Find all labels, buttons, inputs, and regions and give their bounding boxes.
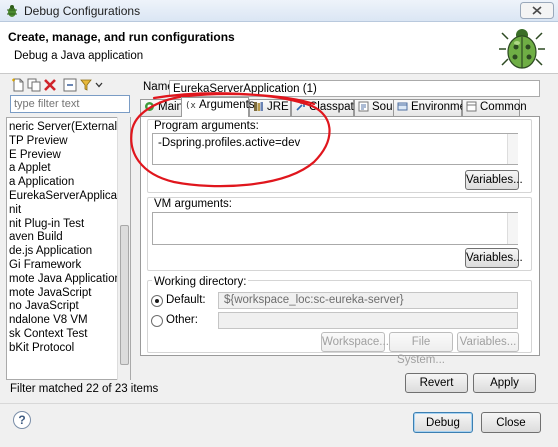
chevron-down-icon[interactable] [95,82,103,88]
tree-item[interactable]: sk Context Test [7,327,87,341]
tree-item[interactable]: no JavaScript [7,299,79,313]
tab-jre[interactable]: JRE [249,99,291,116]
tree-item[interactable]: TP Preview [7,134,68,148]
vm-arguments-textarea[interactable] [152,212,518,245]
tab-main-label: Main [158,101,183,113]
delete-configuration-icon[interactable] [43,78,57,92]
collapse-all-icon[interactable] [63,78,77,92]
tab-common-label: Common [480,101,527,113]
dialog-header: Create, manage, and run configurations D… [0,22,558,74]
common-icon [466,101,477,112]
filter-input[interactable] [10,95,130,113]
tree-item[interactable]: aven Build [7,230,63,244]
program-arguments-textarea[interactable]: -Dspring.profiles.active=dev [152,133,518,165]
vm-arguments-label: VM arguments: [152,198,234,210]
environment-icon [397,102,408,111]
program-variables-button[interactable]: Variables... [465,170,523,190]
default-radio-label: Default: [166,294,206,306]
program-arguments-scrollbar[interactable] [507,134,518,164]
tab-classpath[interactable]: Classpath [291,99,360,116]
tree-item[interactable]: nit [7,203,21,217]
vm-variables-button[interactable]: Variables... [465,248,523,268]
tab-classpath-label: Classpath [309,101,361,113]
arguments-panel: Program arguments: -Dspring.profiles.act… [140,116,540,366]
default-directory-field: ${workspace_loc:sc-eureka-server} [218,292,518,309]
file-system-button[interactable]: File System... [389,332,453,366]
help-icon[interactable]: ? [13,411,31,429]
title-bar: Debug Configurations [0,0,558,22]
tree-item[interactable]: Gi Framework [7,258,81,272]
other-radio-label: Other: [166,314,198,326]
workspace-button[interactable]: Workspace... [321,332,389,352]
header-title: Create, manage, and run configurations [8,30,235,44]
footer-bar [0,403,558,447]
header-subtitle: Debug a Java application [14,50,144,62]
filter-configurations-icon[interactable] [80,78,94,92]
source-icon [358,101,369,112]
debug-button[interactable]: Debug [413,412,473,433]
tree-scrollbar[interactable] [117,117,130,380]
window-title: Debug Configurations [24,4,141,18]
apply-button[interactable]: Apply [473,373,536,393]
vm-arguments-scrollbar[interactable] [507,213,518,244]
debug-app-icon [7,5,17,17]
classpath-icon [296,102,305,111]
tree-item[interactable]: de.js Application [7,244,92,258]
tab-source[interactable]: Source [354,99,408,116]
tree-item[interactable]: nit Plug-in Test [7,217,84,231]
debug-bug-icon [499,29,545,69]
other-directory-field[interactable] [218,312,518,329]
tab-common[interactable]: Common [462,99,527,116]
tab-arguments-label: Arguments [199,99,255,111]
duplicate-configuration-icon[interactable] [27,78,41,92]
main-tab-icon [145,102,154,111]
configuration-tree[interactable]: neric Server(External LauncTP PreviewE P… [6,117,131,380]
tree-item[interactable]: E Preview [7,148,61,162]
working-directory-label: Working directory: [152,276,249,288]
tree-item[interactable]: ndalone V8 VM [7,313,88,327]
tab-main[interactable]: Main [140,99,183,116]
other-radio[interactable] [151,315,163,327]
tab-jre-label: JRE [267,101,289,113]
tree-item[interactable]: neric Server(External Launc [7,120,130,134]
tree-item[interactable]: EurekaServerApplication ( [7,189,130,203]
configuration-name-input[interactable] [169,80,540,97]
window-close-button[interactable] [520,2,554,19]
arguments-tab-icon: (x) [185,101,196,110]
tree-item[interactable]: bKit Protocol [7,341,74,355]
filter-status: Filter matched 22 of 23 items [10,383,159,395]
close-button[interactable]: Close [481,412,541,433]
tab-environment[interactable]: Environment [393,99,476,116]
revert-button[interactable]: Revert [405,373,468,393]
directory-variables-button[interactable]: Variables... [457,332,519,352]
new-configuration-icon[interactable] [11,78,25,92]
program-arguments-label: Program arguments: [152,120,261,132]
tree-item[interactable]: mote Java Application [7,272,121,286]
scrollbar-thumb[interactable] [120,225,129,365]
tab-arguments[interactable]: (x)Arguments [181,97,255,117]
default-radio[interactable] [151,295,163,307]
tree-item[interactable]: a Applet [7,161,51,175]
svg-text:(x): (x) [185,101,196,110]
tree-item[interactable]: a Application [7,175,74,189]
tree-item[interactable]: mote JavaScript [7,286,91,300]
